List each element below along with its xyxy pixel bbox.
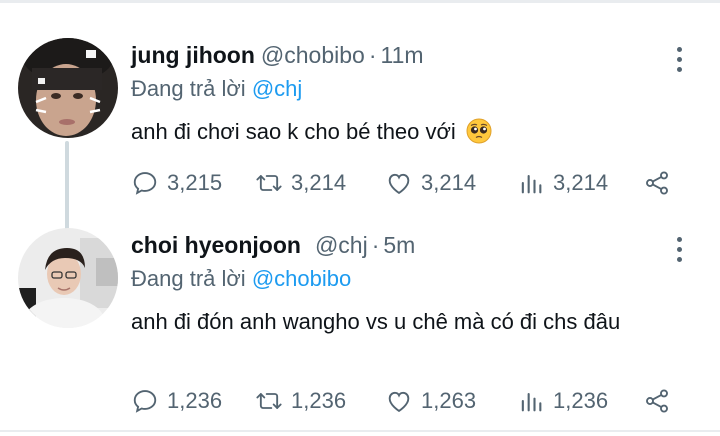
- handle[interactable]: @chj: [315, 232, 368, 258]
- separator-dot: ·: [368, 42, 377, 68]
- like-count: 1,263: [421, 388, 477, 413]
- views-count: 1,236: [553, 388, 609, 413]
- views-icon: [521, 392, 542, 412]
- views-icon: [521, 174, 542, 194]
- timestamp[interactable]: 5m: [383, 232, 415, 258]
- retweet-count: 3,214: [291, 170, 347, 195]
- views-count: 3,214: [553, 170, 609, 195]
- replying-to-label: Đang trả lời: [131, 266, 246, 291]
- avatar[interactable]: [18, 38, 118, 138]
- tweet-text: anh đi chơi sao k cho bé theo với: [131, 116, 691, 148]
- like-icon: [388, 391, 410, 413]
- reply-button[interactable]: 3,215: [131, 166, 222, 200]
- tweet-text: anh đi đón anh wangho vs u chê mà có đi …: [131, 306, 691, 338]
- action-bar: 1,236 1,236 1,263 1,236: [131, 384, 691, 418]
- pleading-face-emoji-icon: [466, 118, 492, 144]
- like-button[interactable]: 3,214: [385, 166, 476, 200]
- views-button[interactable]: 3,214: [517, 166, 608, 200]
- tweet-card[interactable]: choi hyeonjoon @chj · 5m Đang trả lời @chob…: [0, 228, 720, 428]
- display-name[interactable]: choi hyeonjoon: [131, 232, 301, 258]
- avatar[interactable]: [18, 228, 118, 328]
- reply-mention-link[interactable]: @chj: [252, 76, 302, 101]
- views-button[interactable]: 1,236: [517, 384, 608, 418]
- reply-icon: [133, 172, 157, 195]
- like-icon: [388, 173, 410, 195]
- display-name[interactable]: jung jihoon: [131, 42, 255, 68]
- replying-to: Đang trả lời @chj: [131, 76, 302, 102]
- reply-button[interactable]: 1,236: [131, 384, 222, 418]
- handle[interactable]: @chobibo: [261, 42, 365, 68]
- top-divider: [0, 0, 720, 3]
- separator-dot: ·: [371, 232, 380, 258]
- retweet-count: 1,236: [291, 388, 347, 413]
- tweet-header: choi hyeonjoon @chj · 5m: [131, 232, 415, 262]
- reply-icon: [133, 390, 157, 413]
- tweet-text-content: anh đi chơi sao k cho bé theo với: [131, 119, 456, 144]
- tweet-card[interactable]: jung jihoon @chobibo · 11m Đang trả lời @ch…: [0, 38, 720, 259]
- reply-count: 1,236: [167, 388, 223, 413]
- bottom-divider: [0, 430, 720, 432]
- retweet-button[interactable]: 1,236: [255, 384, 346, 418]
- tweet-text-content: anh đi đón anh wangho vs u chê mà có đi …: [131, 309, 621, 334]
- replying-to-label: Đang trả lời: [131, 76, 246, 101]
- share-button[interactable]: [643, 384, 671, 418]
- share-button[interactable]: [643, 166, 671, 200]
- timestamp[interactable]: 11m: [381, 42, 424, 68]
- replying-to: Đang trả lời @chobibo: [131, 266, 351, 292]
- more-vertical-icon[interactable]: [664, 234, 694, 264]
- reply-count: 3,215: [167, 170, 223, 195]
- more-vertical-icon[interactable]: [664, 44, 694, 74]
- reply-mention-link[interactable]: @chobibo: [252, 266, 351, 291]
- action-bar: 3,215 3,214 3,214 3,214: [131, 166, 691, 200]
- share-icon: [646, 389, 668, 413]
- like-button[interactable]: 1,263: [385, 384, 476, 418]
- like-count: 3,214: [421, 170, 477, 195]
- tweet-header: jung jihoon @chobibo · 11m: [131, 42, 424, 72]
- retweet-icon: [256, 175, 282, 191]
- retweet-button[interactable]: 3,214: [255, 166, 346, 200]
- retweet-icon: [256, 393, 282, 409]
- share-icon: [646, 171, 668, 195]
